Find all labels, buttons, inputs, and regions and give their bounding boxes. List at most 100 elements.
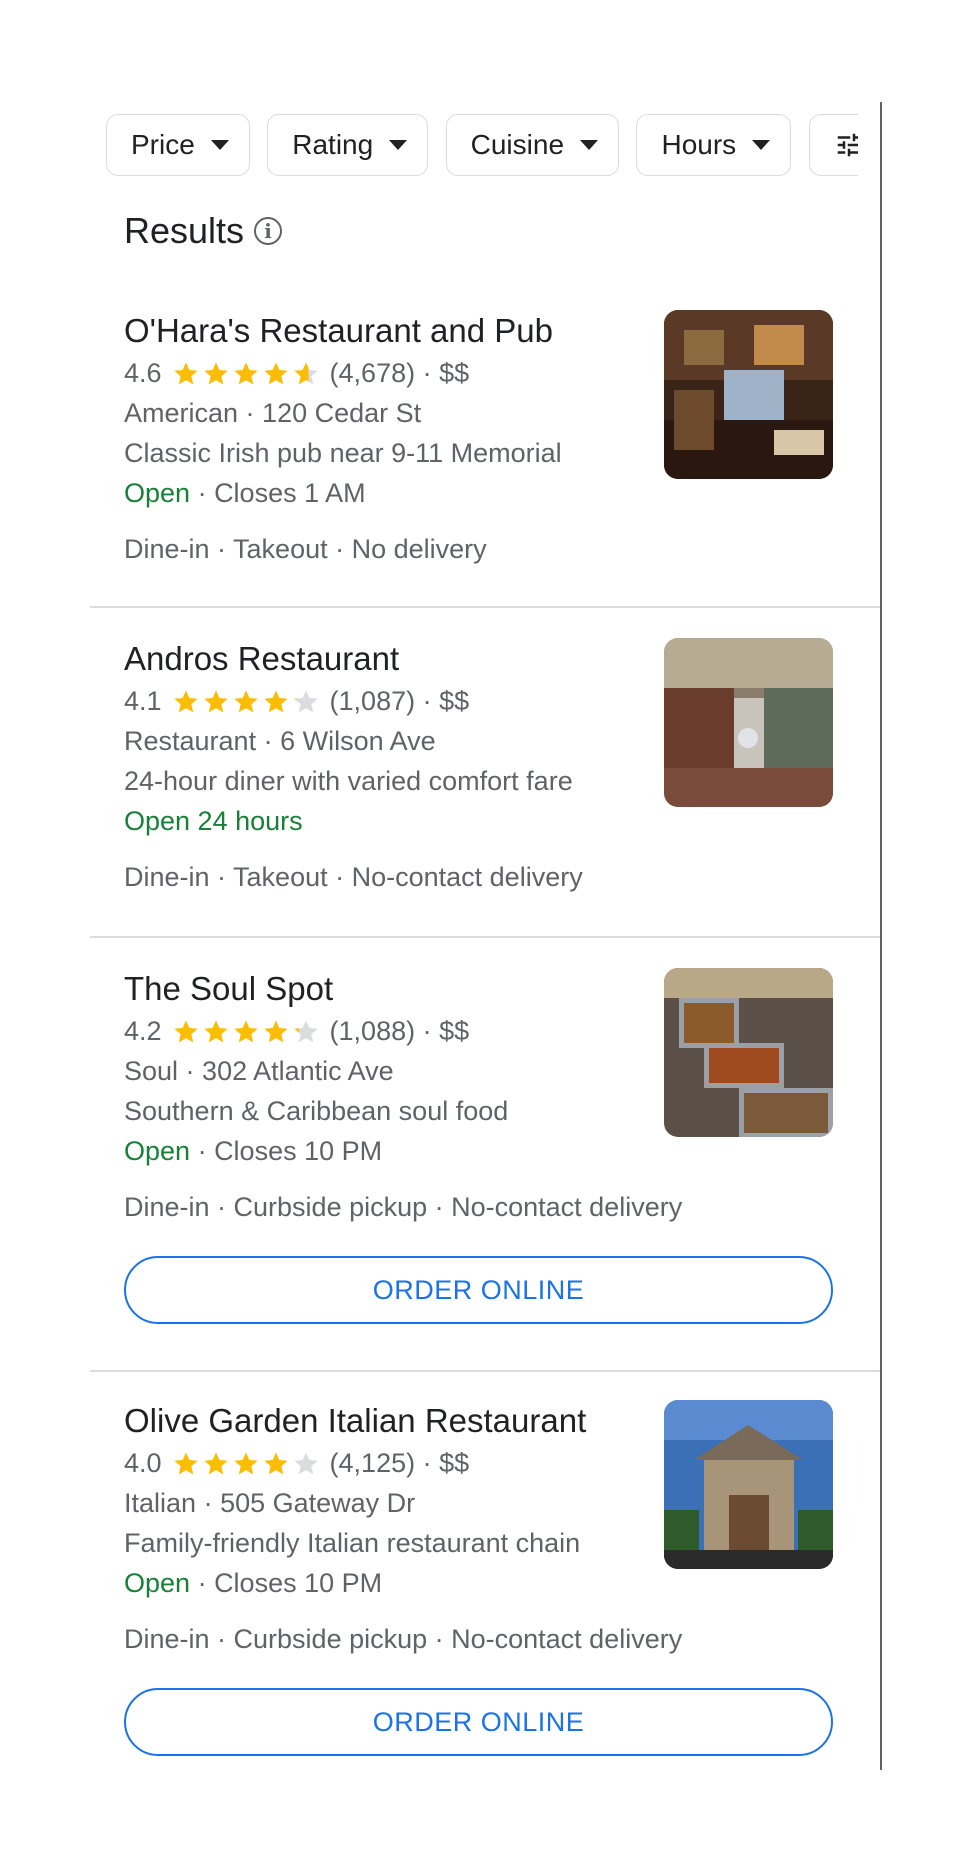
star-icon — [173, 689, 198, 712]
star-icon — [203, 1451, 228, 1474]
star-icon — [233, 1019, 258, 1042]
service-options: Dine-in · Curbside pickup · No-contact d… — [124, 1624, 683, 1654]
result-card[interactable]: O'Hara's Restaurant and Pub 4.6 (4,678) … — [90, 300, 880, 608]
result-card[interactable]: Olive Garden Italian Restaurant 4.0 (4,1… — [90, 1372, 880, 1770]
star-icon — [233, 1451, 258, 1474]
description: 24-hour diner with varied comfort fare — [124, 766, 573, 796]
open-status: Open — [124, 1136, 191, 1166]
star-icon — [233, 689, 258, 712]
address: 120 Cedar St — [262, 398, 422, 428]
place-name[interactable]: The Soul Spot — [124, 970, 333, 1008]
category-address: Restaurant · 6 Wilson Ave — [124, 726, 436, 757]
star-icon — [293, 689, 318, 712]
place-photo[interactable] — [664, 638, 833, 807]
open-status: Open — [124, 1568, 191, 1598]
info-icon[interactable]: i — [254, 217, 283, 245]
place-photo[interactable] — [664, 968, 833, 1137]
category: Restaurant — [124, 726, 257, 756]
order-online-button[interactable]: ORDER ONLINE — [124, 1688, 833, 1756]
hours-line: Open · Closes 1 AM — [124, 478, 366, 509]
hours-line: Open · Closes 10 PM — [124, 1136, 382, 1167]
tune-icon — [837, 133, 858, 157]
address: 505 Gateway Dr — [220, 1488, 416, 1518]
review-count[interactable]: (1,087) — [330, 686, 416, 717]
review-count[interactable]: (4,125) — [330, 1448, 416, 1479]
review-count[interactable]: (4,678) — [330, 358, 416, 389]
star-icon — [263, 689, 288, 712]
star-icon — [173, 1451, 198, 1474]
star-icon — [293, 1019, 318, 1042]
star-rating — [172, 1018, 322, 1046]
rating-line: 4.1 (1,087) · $$ — [124, 686, 469, 717]
filter-price[interactable]: Price — [106, 114, 250, 176]
price-level: $$ — [439, 686, 470, 716]
service-options: Dine-in · Takeout · No-contact delivery — [124, 862, 583, 892]
filter-cuisine[interactable]: Cuisine — [445, 114, 620, 176]
rating-value: 4.1 — [124, 686, 162, 716]
star-icon — [203, 1019, 228, 1042]
description: Southern & Caribbean soul food — [124, 1096, 509, 1126]
separator: · — [190, 1568, 215, 1598]
separator: · — [196, 1488, 221, 1518]
more-filters-button[interactable] — [808, 114, 858, 176]
service-options: Dine-in · Takeout · No delivery — [124, 534, 487, 564]
caret-down-icon — [210, 140, 229, 150]
star-icon — [203, 361, 228, 384]
caret-down-icon — [389, 140, 408, 150]
separator: · — [190, 478, 215, 508]
star-icon — [173, 1019, 198, 1042]
category-address: Italian · 505 Gateway Dr — [124, 1488, 415, 1519]
rating-value: 4.0 — [124, 1448, 162, 1478]
place-name[interactable]: Olive Garden Italian Restaurant — [124, 1402, 586, 1440]
rating-value: 4.2 — [124, 1016, 162, 1046]
separator: · — [238, 398, 263, 428]
price-level: $$ — [439, 1016, 470, 1046]
separator: · — [415, 358, 440, 388]
hours-line: Open 24 hours — [124, 806, 303, 837]
description: Classic Irish pub near 9-11 Memorial — [124, 438, 562, 468]
result-card[interactable]: The Soul Spot 4.2 (1,088) · $$ Soul · 30… — [90, 938, 880, 1372]
category: American — [124, 398, 239, 428]
result-card[interactable]: Andros Restaurant 4.1 (1,087) · $$ Resta… — [90, 608, 880, 938]
filter-hours[interactable]: Hours — [636, 114, 792, 176]
star-icon — [263, 1451, 288, 1474]
filter-rating[interactable]: Rating — [267, 114, 429, 176]
star-icon — [173, 361, 198, 384]
place-photo[interactable] — [664, 1400, 833, 1569]
rating-line: 4.2 (1,088) · $$ — [124, 1016, 469, 1047]
star-icon — [263, 361, 288, 384]
star-icon — [263, 1019, 288, 1042]
category: Italian — [124, 1488, 197, 1518]
order-online-button[interactable]: ORDER ONLINE — [124, 1256, 833, 1324]
place-photo[interactable] — [664, 310, 833, 479]
separator: · — [256, 726, 281, 756]
hours-line: Open · Closes 10 PM — [124, 1568, 382, 1599]
rating-line: 4.6 (4,678) · $$ — [124, 358, 469, 389]
star-rating — [172, 688, 322, 716]
closing-time: Closes 1 AM — [214, 478, 366, 508]
price-level: $$ — [439, 358, 470, 388]
star-rating — [172, 360, 322, 388]
category-address: American · 120 Cedar St — [124, 398, 421, 429]
review-count[interactable]: (1,088) — [330, 1016, 416, 1047]
closing-time: Closes 10 PM — [214, 1136, 383, 1166]
filter-bar: Price Rating Cuisine Hours — [106, 114, 858, 178]
place-name[interactable]: O'Hara's Restaurant and Pub — [124, 312, 553, 350]
address: 302 Atlantic Ave — [202, 1056, 394, 1086]
separator: · — [178, 1056, 203, 1086]
address: 6 Wilson Ave — [280, 726, 436, 756]
price-level: $$ — [439, 1448, 470, 1478]
star-rating — [172, 1450, 322, 1478]
caret-down-icon — [580, 140, 599, 150]
star-icon — [293, 1451, 318, 1474]
service-options: Dine-in · Curbside pickup · No-contact d… — [124, 1192, 683, 1222]
star-icon — [203, 689, 228, 712]
category-address: Soul · 302 Atlantic Ave — [124, 1056, 394, 1087]
star-icon — [293, 361, 318, 384]
place-name[interactable]: Andros Restaurant — [124, 640, 399, 678]
star-icon — [233, 361, 258, 384]
rating-line: 4.0 (4,125) · $$ — [124, 1448, 469, 1479]
separator: · — [190, 1136, 215, 1166]
rating-value: 4.6 — [124, 358, 162, 388]
open-status: Open — [124, 478, 191, 508]
